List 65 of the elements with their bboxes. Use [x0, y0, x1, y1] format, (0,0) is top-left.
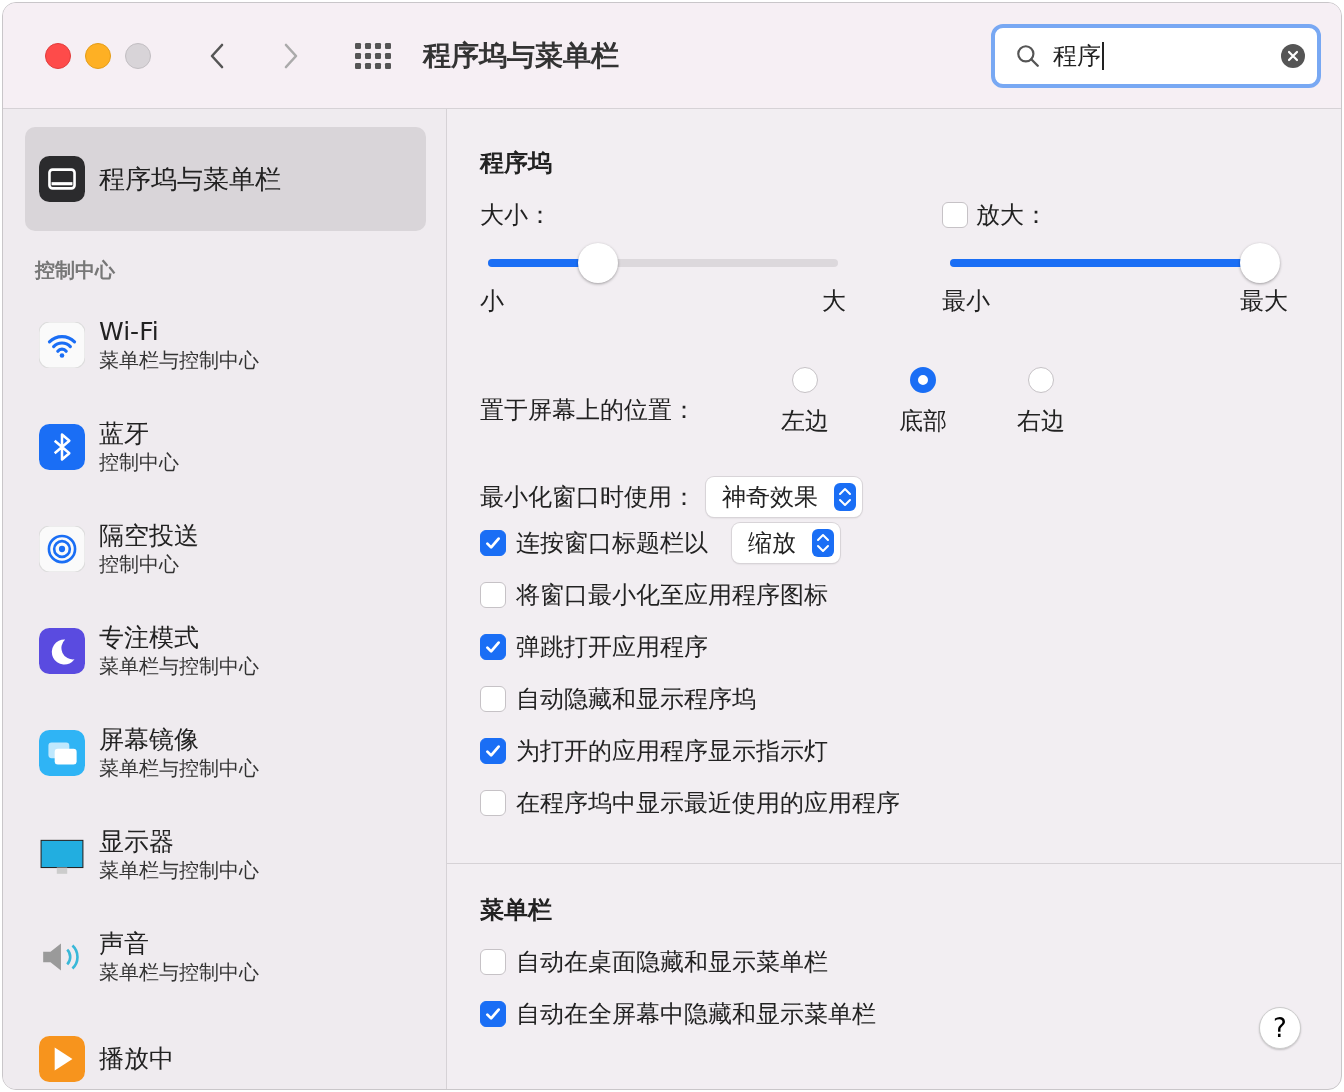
radio-button[interactable]	[1028, 367, 1054, 393]
checkbox-label: 在程序坞中显示最近使用的应用程序	[516, 788, 900, 819]
wifi-icon	[39, 322, 85, 368]
checkbox[interactable]	[480, 790, 506, 816]
checkbox-label: 自动在全屏幕中隐藏和显示菜单栏	[516, 999, 876, 1030]
slider-thumb[interactable]	[577, 243, 618, 283]
airdrop-icon	[39, 526, 85, 572]
window-title: 程序坞与菜单栏	[423, 37, 619, 74]
zoom-button[interactable]	[125, 42, 151, 69]
sidebar-item[interactable]: 声音 菜单栏与控制中心	[3, 906, 446, 1008]
bluetooth-icon	[39, 424, 85, 470]
grid-icon[interactable]	[355, 42, 391, 69]
clear-icon[interactable]	[1281, 43, 1305, 68]
stepper-arrows-icon	[834, 483, 856, 511]
magnification-label: 放大：	[976, 200, 1048, 231]
radio-label: 底部	[899, 406, 947, 437]
sidebar-item[interactable]: 蓝牙 控制中心	[3, 396, 446, 498]
sidebar-item[interactable]: 播放中	[3, 1008, 446, 1089]
moon-icon	[39, 628, 85, 674]
section-title: 菜单栏	[480, 895, 553, 926]
slider-min-label: 最小	[942, 286, 990, 317]
checkbox-label: 自动隐藏和显示程序坞	[516, 684, 756, 715]
dock-icon	[39, 156, 85, 202]
sidebar-item[interactable]: 专注模式 菜单栏与控制中心	[3, 600, 446, 702]
section-title: 程序坞	[480, 148, 553, 179]
sidebar-item[interactable]: 程序坞与菜单栏	[25, 127, 426, 231]
slider-max-label: 大	[822, 286, 846, 317]
stepper-arrows-icon	[812, 529, 834, 557]
position-label: 置于屏幕上的位置：	[480, 395, 697, 426]
checkbox-label: 连按窗口标题栏以	[516, 528, 708, 559]
radio-label: 右边	[1017, 406, 1065, 437]
size-label: 大小：	[480, 200, 553, 231]
slider-min-label: 小	[480, 286, 504, 317]
radio-button[interactable]	[792, 367, 818, 393]
radio-button[interactable]	[910, 367, 936, 393]
search-field[interactable]: 程序	[991, 23, 1321, 88]
checkbox[interactable]	[942, 202, 968, 228]
play-icon	[39, 1036, 85, 1082]
popup-button[interactable]: 神奇效果	[706, 477, 862, 517]
slider-max-label: 最大	[1240, 286, 1288, 317]
checkbox[interactable]	[480, 686, 506, 712]
checkbox-label: 弹跳打开应用程序	[516, 632, 708, 663]
help-button[interactable]: ?	[1259, 1007, 1301, 1049]
search-icon	[1015, 42, 1041, 69]
minimize-effect-label: 最小化窗口时使用：	[480, 482, 696, 513]
close-button[interactable]	[45, 42, 71, 69]
checkbox-label: 将窗口最小化至应用程序图标	[516, 580, 828, 611]
sidebar-item[interactable]: 屏幕镜像 菜单栏与控制中心	[3, 702, 446, 804]
radio-label: 左边	[781, 406, 829, 437]
screen-mirroring-icon	[39, 730, 85, 776]
popup-button[interactable]: 缩放	[732, 523, 840, 563]
checkbox[interactable]	[480, 738, 506, 764]
checkbox[interactable]	[480, 949, 506, 975]
checkbox-label: 为打开的应用程序显示指示灯	[516, 736, 828, 767]
checkbox[interactable]	[480, 634, 506, 660]
slider-thumb[interactable]	[1240, 243, 1280, 283]
sidebar-item[interactable]: Wi-Fi 菜单栏与控制中心	[3, 294, 446, 396]
checkbox-label: 自动在桌面隐藏和显示菜单栏	[516, 947, 828, 978]
sidebar-item[interactable]: 隔空投送 控制中心	[3, 498, 446, 600]
checkbox[interactable]	[480, 530, 506, 556]
checkbox[interactable]	[480, 582, 506, 608]
section-header: 控制中心	[33, 257, 116, 284]
minimize-button[interactable]	[85, 42, 111, 69]
sidebar-item[interactable]: 显示器 菜单栏与控制中心	[3, 804, 446, 906]
checkbox[interactable]	[480, 1001, 506, 1027]
